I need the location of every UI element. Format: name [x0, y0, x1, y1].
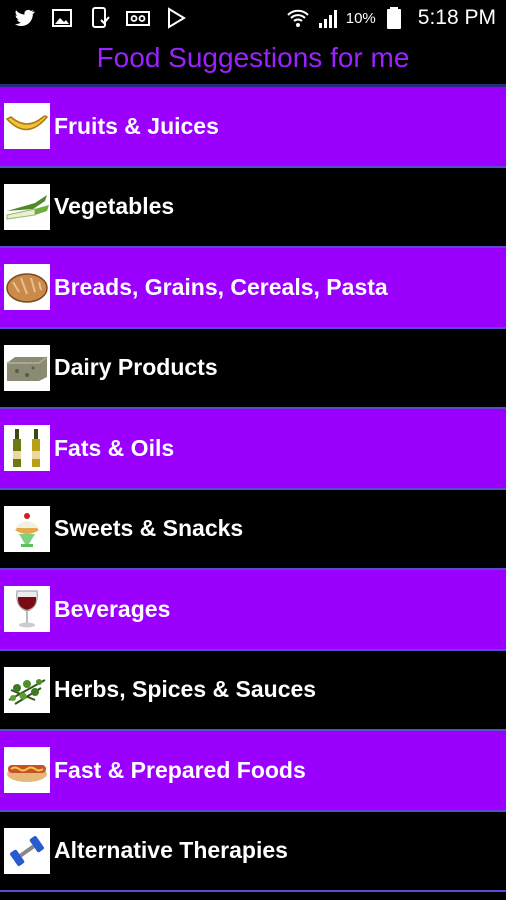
category-beverages[interactable]: Beverages [0, 570, 506, 651]
category-label: Fruits & Juices [54, 112, 219, 139]
category-list: Fruits & Juices Vegetables Breads, Grain… [0, 87, 506, 892]
wifi-icon [287, 9, 309, 27]
category-fast-prepared[interactable]: Fast & Prepared Foods [0, 731, 506, 812]
dumbbell-icon [4, 827, 50, 874]
sundae-icon [4, 505, 50, 552]
category-label: Breads, Grains, Cereals, Pasta [54, 273, 388, 300]
hotdog-icon [4, 747, 50, 794]
leek-icon [4, 183, 50, 230]
clock: 5:18 PM [417, 6, 496, 29]
category-herbs-spices[interactable]: Herbs, Spices & Sauces [0, 650, 506, 731]
bread-icon [4, 264, 50, 311]
cheese-icon [4, 344, 50, 391]
twitter-icon [14, 9, 35, 26]
category-label: Dairy Products [54, 354, 218, 381]
banana-icon [4, 103, 50, 150]
category-fats-oils[interactable]: Fats & Oils [0, 409, 506, 490]
battery-percent: 10% [345, 9, 376, 27]
oil-bottles-icon [4, 425, 50, 472]
category-label: Vegetables [54, 193, 175, 220]
category-label: Herbs, Spices & Sauces [54, 676, 317, 703]
category-vegetables[interactable]: Vegetables [0, 167, 506, 248]
app-title-bar: Food Suggestions for me [0, 36, 506, 84]
status-bar: 10% 5:18 PM [0, 0, 506, 36]
signal-icon [318, 10, 337, 28]
herbs-icon [4, 666, 50, 713]
category-fruits-juices[interactable]: Fruits & Juices [0, 87, 506, 168]
voicemail-icon [126, 11, 150, 26]
system-status: 10% 5:18 PM [286, 6, 496, 30]
category-label: Fats & Oils [54, 434, 175, 461]
category-label: Alternative Therapies [54, 837, 288, 864]
category-dairy[interactable]: Dairy Products [0, 328, 506, 409]
category-sweets-snacks[interactable]: Sweets & Snacks [0, 489, 506, 570]
battery-icon [386, 7, 401, 29]
category-breads-grains[interactable]: Breads, Grains, Cereals, Pasta [0, 248, 506, 329]
page-title: Food Suggestions for me [96, 42, 410, 73]
notification-icons [12, 6, 188, 30]
wine-glass-icon [4, 586, 50, 633]
category-label: Sweets & Snacks [54, 515, 244, 542]
image-icon [52, 9, 72, 27]
play-store-icon [168, 7, 186, 29]
category-alternative-therapies[interactable]: Alternative Therapies [0, 811, 506, 892]
category-label: Beverages [54, 595, 171, 622]
download-icon [92, 7, 110, 28]
category-label: Fast & Prepared Foods [54, 756, 306, 783]
